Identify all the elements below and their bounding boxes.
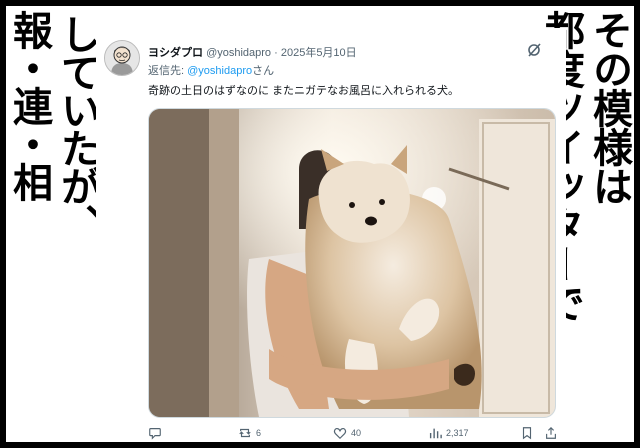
share-button[interactable] (544, 426, 558, 440)
comic-panel: 報・連・相 していたが、 その模様は 都度ツイッターで ヨシダプロ @yoshi… (6, 6, 634, 442)
tweet-actions: 6 40 2,317 (148, 426, 558, 442)
share-icon (546, 426, 556, 439)
reply-prefix: 返信先: (148, 65, 185, 77)
header-separator: · (274, 47, 278, 59)
heart-icon (333, 428, 347, 440)
retweet-button[interactable]: 6 (238, 426, 261, 440)
views-button[interactable]: 2,317 (428, 426, 469, 440)
caption-right-col1: その模様は (586, 10, 632, 205)
like-count: 40 (351, 428, 362, 438)
bath-dog-photo (149, 109, 555, 417)
tweet-text: 奇跡の土日のはずなのに またニガテなお風呂に入れられる犬。 (148, 85, 460, 97)
tweet-photo[interactable] (148, 108, 556, 418)
bookmark-button[interactable] (520, 426, 534, 440)
caption-left-col1: 報・連・相 (6, 10, 52, 200)
views-icon (429, 428, 442, 439)
tweet-card[interactable]: ヨシダプロ @yoshidapro · 2025年5月10日 返信先: @yos… (96, 28, 566, 442)
bookmark-icon (522, 427, 532, 440)
tweet-date[interactable]: 2025年5月10日 (281, 47, 357, 59)
author-handle[interactable]: @yoshidapro (206, 47, 271, 59)
retweet-count: 6 (256, 428, 262, 438)
like-button[interactable]: 40 (333, 426, 361, 440)
caption-left-col2: していたが、 (54, 14, 100, 242)
avatar[interactable] (104, 40, 140, 76)
retweet-icon (239, 428, 251, 438)
reply-mention-link[interactable]: @yoshidapro (187, 65, 252, 77)
reply-icon (149, 428, 161, 440)
views-count: 2,317 (446, 428, 469, 438)
grok-icon[interactable] (526, 42, 542, 58)
author-name[interactable]: ヨシダプロ (148, 47, 203, 59)
reply-to-line: 返信先: @yoshidaproさん (148, 62, 274, 78)
reply-suffix: さん (252, 65, 275, 77)
tweet-header: ヨシダプロ @yoshidapro · 2025年5月10日 (148, 44, 357, 60)
reply-button[interactable] (148, 426, 162, 440)
